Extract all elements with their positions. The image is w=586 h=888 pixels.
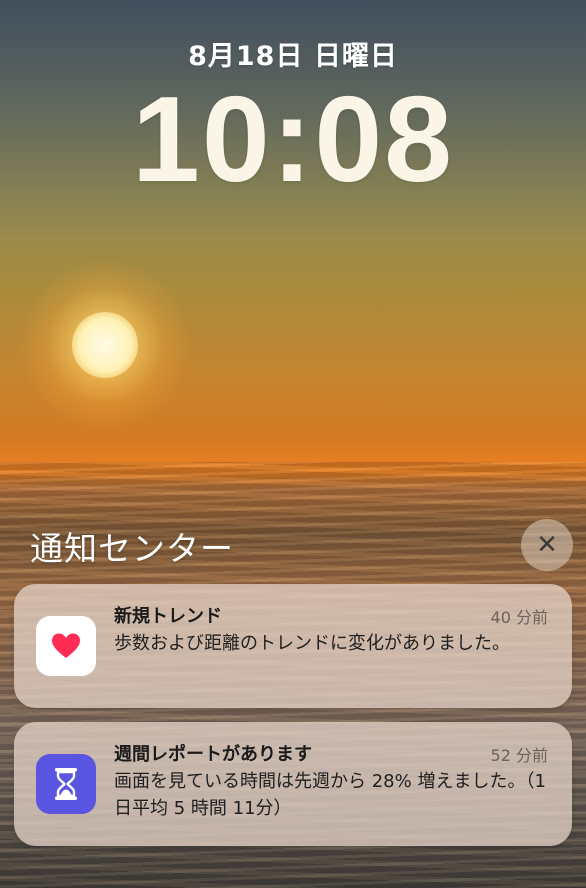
sun xyxy=(72,312,138,378)
heart-icon xyxy=(52,633,80,658)
notification-time: 52 分前 xyxy=(490,746,548,765)
lock-date: 8月18日 日曜日 xyxy=(188,41,398,72)
clear-notifications-button[interactable]: ✕ xyxy=(521,519,573,571)
notification-body: 歩数および距離のトレンドに変化がありました。 xyxy=(114,633,510,654)
lock-screen: 8月18日 日曜日 10:08 通知センター ✕ 新規トレンド 40 分前 歩数… xyxy=(0,0,586,888)
lock-time: 10:08 xyxy=(131,71,455,207)
notification-center-title: 通知センター xyxy=(30,529,234,568)
notification-title: 週間レポートがあります xyxy=(114,744,312,765)
notification-title: 新規トレンド xyxy=(114,606,222,627)
notification-weekly-report[interactable]: 週間レポートがあります 52 分前 画面を見ている時間は先週から 28% 増えま… xyxy=(14,722,572,846)
hourglass-icon xyxy=(55,768,77,800)
notification-time: 40 分前 xyxy=(490,608,548,627)
close-icon: ✕ xyxy=(536,530,558,560)
notification-body: 画面を見ている時間は先週から 28% 増えました。（1日平均 5 時間 11分） xyxy=(114,771,546,819)
screen-time-app-icon xyxy=(36,754,96,814)
notification-health-trend[interactable]: 新規トレンド 40 分前 歩数および距離のトレンドに変化がありました。 xyxy=(14,584,572,708)
health-app-icon xyxy=(36,616,96,676)
